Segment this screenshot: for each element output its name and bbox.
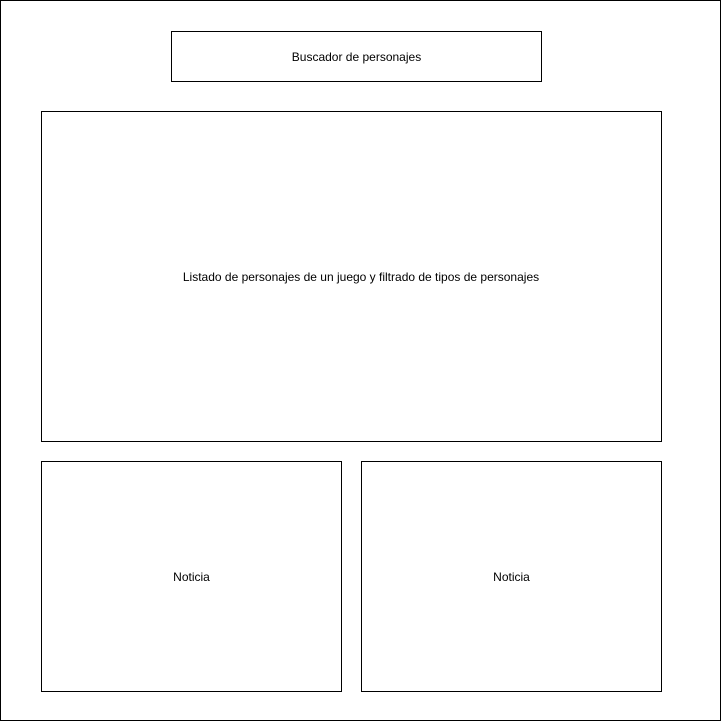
character-list-panel: Listado de personajes de un juego y filt… [41,111,662,442]
character-search-box[interactable]: Buscador de personajes [171,31,542,82]
news-card-left[interactable]: Noticia [41,461,342,692]
news-card-right[interactable]: Noticia [361,461,662,692]
page-frame: Buscador de personajes Listado de person… [0,0,721,721]
news-card-right-label: Noticia [493,569,530,584]
character-search-label: Buscador de personajes [291,49,422,64]
character-list-label: Listado de personajes de un juego y filt… [182,269,540,284]
news-card-left-label: Noticia [173,569,210,584]
